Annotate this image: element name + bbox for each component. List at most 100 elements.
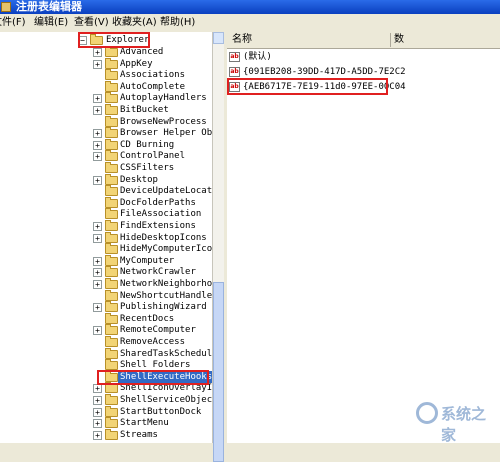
tree-item[interactable]: + Advanced bbox=[0, 46, 212, 58]
scroll-thumb[interactable] bbox=[213, 282, 224, 462]
folder-icon bbox=[105, 301, 118, 313]
expand-icon[interactable]: + bbox=[93, 152, 102, 162]
tree-item[interactable]: + ControlPanel bbox=[0, 150, 212, 162]
tree-item[interactable]: NewShortcutHandlers bbox=[0, 289, 212, 302]
tree-item-label: StartButtonDock bbox=[120, 406, 202, 417]
tree-item-label: CD Burning bbox=[120, 139, 175, 150]
tree-item[interactable]: + FindExtensions bbox=[0, 220, 212, 232]
tree-item[interactable]: RemoveAccess bbox=[0, 336, 212, 348]
tree-item[interactable]: + CD Burning bbox=[0, 138, 212, 151]
tree-item[interactable]: + RemoteComputer bbox=[0, 324, 212, 336]
registry-tree[interactable]: − Explorer + Advanced + AppKey Associations A… bbox=[0, 32, 213, 443]
tree-item[interactable]: DeviceUpdateLocations bbox=[0, 185, 212, 197]
tree-item[interactable]: FileAssociation bbox=[0, 208, 212, 220]
tree-item[interactable]: + Browser Helper Object bbox=[0, 127, 212, 139]
folder-icon bbox=[105, 254, 118, 266]
tree-item[interactable]: BrowseNewProcess bbox=[0, 115, 212, 128]
tree-item-label: BitBucket bbox=[120, 105, 169, 115]
tree-item[interactable]: + ShellIconOverlayIdent bbox=[0, 382, 212, 394]
tree-item[interactable]: + NetworkNeighborhood bbox=[0, 278, 212, 290]
tree-item[interactable]: ShellExecuteHooks bbox=[0, 370, 213, 383]
expand-icon[interactable]: + bbox=[93, 280, 102, 289]
tree-item[interactable]: Shell Folders bbox=[0, 359, 212, 371]
window-title: 注册表编辑器 bbox=[16, 0, 82, 13]
tree-item-label: SharedTaskScheduler bbox=[120, 348, 213, 359]
expand-icon[interactable]: + bbox=[93, 384, 102, 394]
expand-icon[interactable]: + bbox=[93, 222, 102, 231]
tree-item[interactable]: + MyComputer bbox=[0, 254, 212, 267]
folder-icon bbox=[105, 359, 118, 371]
value-row-aeb6717e[interactable]: ab {AEB6717E-7E19-11d0-97EE-00C04 bbox=[227, 81, 500, 94]
expand-icon[interactable]: + bbox=[93, 303, 102, 313]
column-separator[interactable] bbox=[390, 33, 391, 47]
tree-item[interactable]: + StartMenu bbox=[0, 417, 212, 429]
tree-item[interactable]: + HideDesktopIcons bbox=[0, 231, 212, 244]
folder-icon bbox=[105, 57, 118, 69]
column-data[interactable]: 数 bbox=[394, 32, 404, 48]
watermark-circle-icon bbox=[416, 402, 438, 424]
column-name[interactable]: 名称 bbox=[232, 32, 252, 48]
tree-item[interactable]: CSSFilters bbox=[0, 162, 212, 174]
expand-icon[interactable]: + bbox=[93, 407, 102, 417]
menu-view[interactable]: 查看(V) bbox=[74, 14, 109, 32]
tree-item[interactable]: DocFolderPaths bbox=[0, 196, 212, 209]
regedit-app-icon bbox=[1, 2, 11, 12]
tree-item[interactable]: + StartButtonDock bbox=[0, 405, 212, 418]
tree-item[interactable]: HideMyComputerIcons bbox=[0, 243, 212, 255]
menu-file[interactable]: 文件(F) bbox=[0, 14, 26, 32]
folder-icon bbox=[105, 336, 118, 347]
expand-icon[interactable]: + bbox=[93, 94, 102, 104]
expand-icon[interactable]: + bbox=[93, 48, 102, 57]
string-value-icon: ab bbox=[229, 52, 240, 62]
folder-icon bbox=[105, 278, 118, 289]
tree-item[interactable]: + AutoplayHandlers bbox=[0, 92, 212, 104]
tree-item-label: ShellExecuteHooks bbox=[118, 370, 213, 383]
tree-item[interactable]: + AppKey bbox=[0, 57, 212, 70]
expand-icon[interactable]: + bbox=[93, 430, 102, 440]
expand-icon[interactable]: + bbox=[93, 268, 102, 278]
folder-icon bbox=[105, 80, 118, 92]
tree-item[interactable]: AutoComplete bbox=[0, 80, 212, 93]
expand-icon[interactable]: + bbox=[93, 233, 102, 243]
tree-item[interactable]: + Desktop bbox=[0, 173, 212, 186]
expand-icon[interactable]: + bbox=[93, 129, 102, 139]
expand-icon[interactable]: + bbox=[93, 175, 102, 185]
expand-icon[interactable]: + bbox=[93, 326, 102, 336]
collapse-icon[interactable]: − bbox=[78, 36, 87, 45]
tree-item-label: RemoveAccess bbox=[120, 337, 186, 347]
tree-item-label: AppKey bbox=[120, 58, 153, 69]
expand-icon[interactable]: + bbox=[93, 396, 102, 405]
folder-icon bbox=[105, 347, 118, 359]
folder-icon bbox=[105, 150, 118, 162]
tree-item-label: Shell Folders bbox=[120, 360, 191, 371]
watermark-text: 系统之家 bbox=[441, 405, 487, 444]
tree-item[interactable]: Associations bbox=[0, 69, 212, 81]
folder-icon bbox=[105, 312, 118, 324]
menu-help[interactable]: 帮助(H) bbox=[160, 14, 195, 32]
tree-item-label: FileAssociation bbox=[120, 209, 202, 220]
expand-icon[interactable]: + bbox=[93, 59, 102, 69]
tree-item[interactable]: + ShellServiceObjects bbox=[0, 394, 212, 406]
scroll-up-arrow[interactable] bbox=[213, 32, 224, 44]
values-list[interactable]: 名称 数 ab (默认) ab {091EB208-39DD-417D-A5DD… bbox=[227, 32, 500, 443]
tree-scrollbar[interactable] bbox=[212, 32, 224, 462]
value-row-default[interactable]: ab (默认) bbox=[227, 51, 500, 64]
menu-favorites[interactable]: 收藏夹(A) bbox=[112, 14, 157, 32]
folder-icon bbox=[105, 69, 118, 81]
expand-icon[interactable]: + bbox=[93, 419, 102, 429]
menu-edit[interactable]: 编辑(E) bbox=[34, 14, 68, 32]
tree-item-explorer[interactable]: − Explorer bbox=[0, 34, 212, 46]
tree-item-label: RemoteComputer bbox=[120, 325, 196, 336]
tree-item-label: HideDesktopIcons bbox=[120, 232, 207, 243]
tree-item[interactable]: RecentDocs bbox=[0, 312, 212, 325]
expand-icon[interactable]: + bbox=[93, 106, 102, 115]
value-row-091eb208[interactable]: ab {091EB208-39DD-417D-A5DD-7E2C2 bbox=[227, 66, 500, 79]
expand-icon[interactable]: + bbox=[93, 256, 102, 266]
tree-item[interactable]: + Streams bbox=[0, 428, 212, 441]
tree-item[interactable]: + BitBucket bbox=[0, 104, 212, 116]
tree-item[interactable]: + NetworkCrawler bbox=[0, 266, 212, 278]
tree-item[interactable]: + PublishingWizard bbox=[0, 301, 212, 313]
tree-item[interactable]: SharedTaskScheduler bbox=[0, 347, 213, 360]
expand-icon[interactable]: + bbox=[93, 140, 102, 150]
folder-icon bbox=[105, 428, 118, 440]
